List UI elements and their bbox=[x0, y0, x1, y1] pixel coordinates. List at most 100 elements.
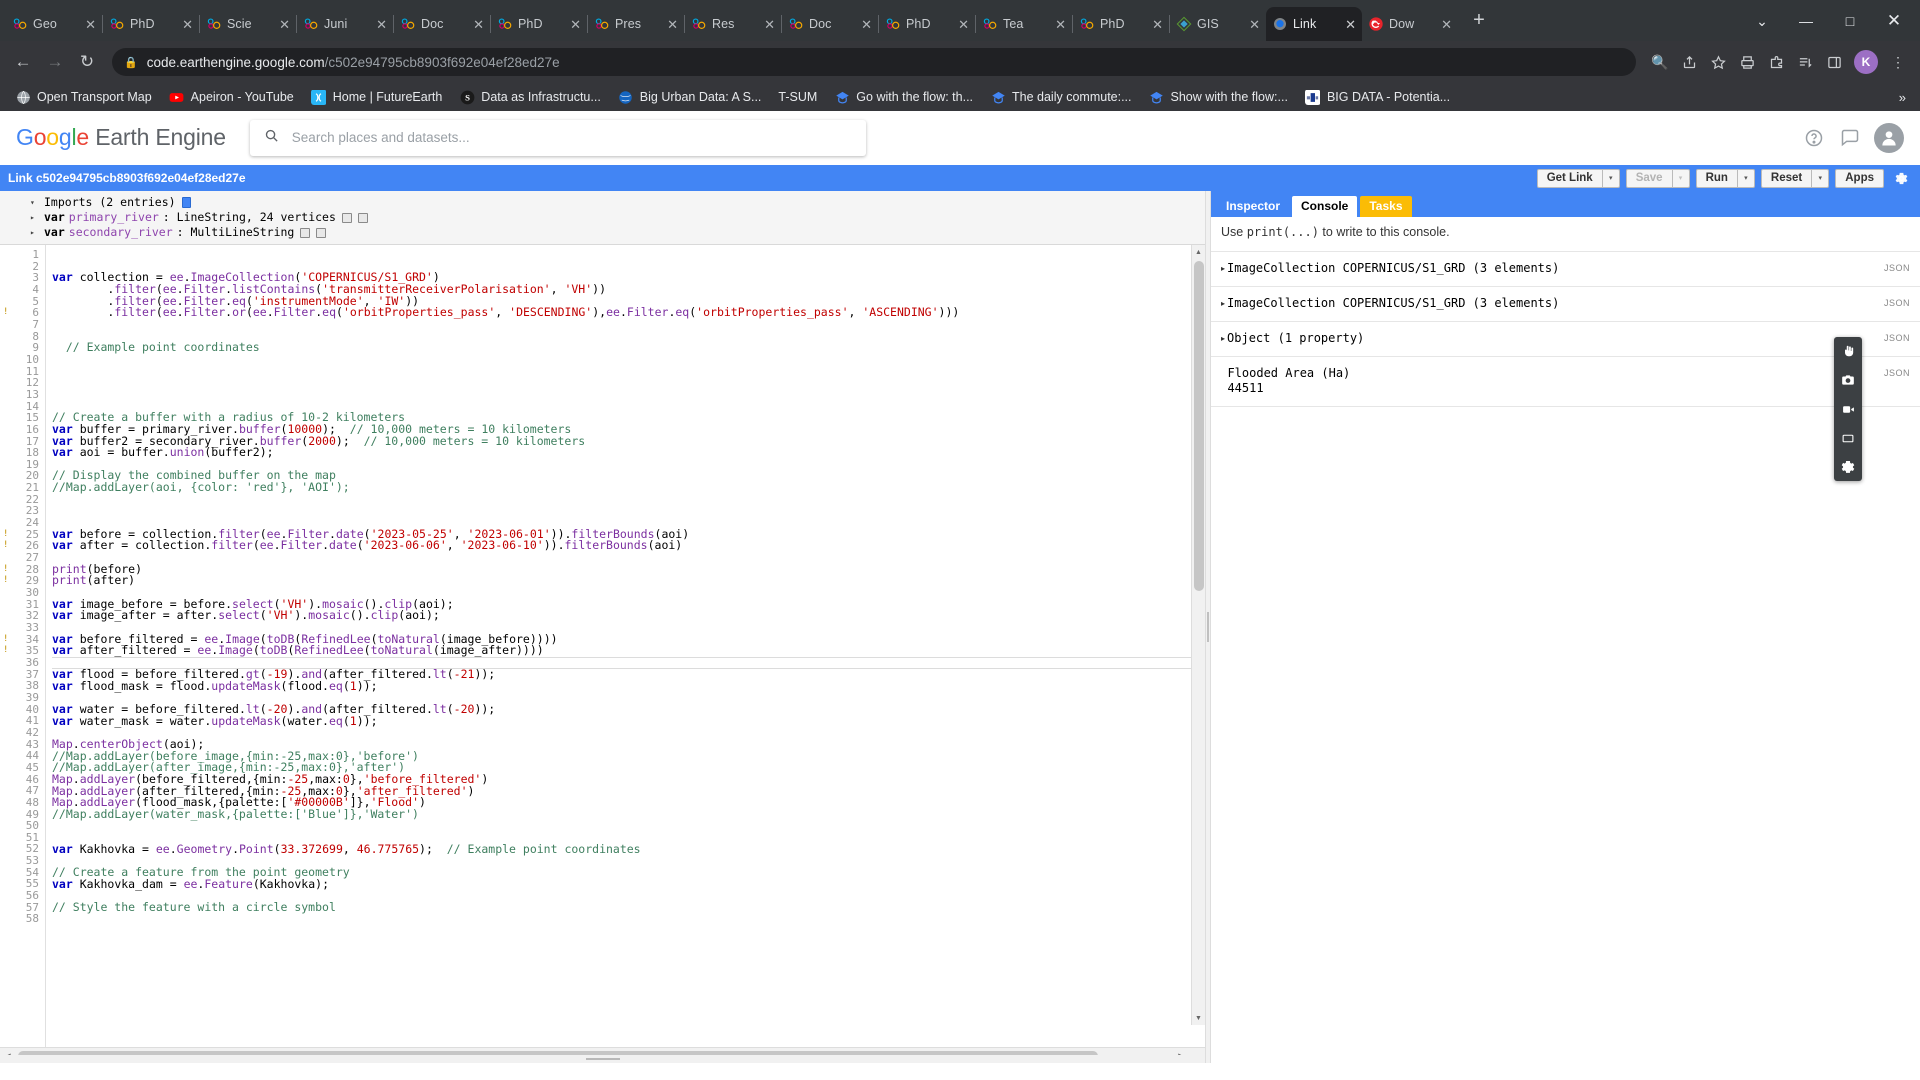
get-link-dropdown-icon[interactable]: ▾ bbox=[1602, 168, 1620, 188]
reset-split-button[interactable]: Reset ▾ bbox=[1760, 168, 1830, 188]
bookmark-open-transport-map[interactable]: Open Transport Map bbox=[8, 86, 159, 108]
video-icon[interactable] bbox=[1837, 399, 1859, 419]
chevron-right-icon[interactable]: ▸ bbox=[30, 210, 40, 225]
editor-bottom-splitter[interactable] bbox=[0, 1055, 1205, 1063]
tab-close-icon[interactable]: ✕ bbox=[1055, 18, 1066, 31]
code-line[interactable]: //Map.addLayer(water_mask,{palette:['Blu… bbox=[52, 808, 1205, 821]
console-row[interactable]: ▸ ImageCollection COPERNICUS/S1_GRD (3 el… bbox=[1211, 286, 1920, 321]
tab-search-button[interactable]: ⌄ bbox=[1740, 7, 1784, 35]
vscroll-thumb[interactable] bbox=[1194, 261, 1204, 591]
tab-close-icon[interactable]: ✕ bbox=[182, 18, 193, 31]
import-entry[interactable]: ▸ var primary_river: LineString, 24 verti… bbox=[30, 210, 1205, 225]
run-dropdown-icon[interactable]: ▾ bbox=[1737, 168, 1755, 188]
get-link-button[interactable]: Get Link bbox=[1536, 168, 1603, 188]
console-row[interactable]: ▸ Object (1 property) JSON bbox=[1211, 321, 1920, 356]
tab-close-icon[interactable]: ✕ bbox=[1441, 18, 1452, 31]
get-link-split-button[interactable]: Get Link ▾ bbox=[1536, 168, 1620, 188]
window-minimize-button[interactable]: — bbox=[1784, 7, 1828, 35]
feedback-icon[interactable] bbox=[1838, 126, 1862, 150]
code-text[interactable]: var collection = ee.ImageCollection('COP… bbox=[46, 245, 1205, 1047]
bookmark-go-with-the-flow-th[interactable]: Go with the flow: th... bbox=[827, 86, 980, 108]
import-configure-icon[interactable] bbox=[300, 227, 311, 238]
console-row[interactable]: ▸ ImageCollection COPERNICUS/S1_GRD (3 el… bbox=[1211, 251, 1920, 286]
tab-close-icon[interactable]: ✕ bbox=[376, 18, 387, 31]
import-delete-icon[interactable] bbox=[357, 212, 368, 223]
code-line[interactable]: var after = collection.filter(ee.Filter.… bbox=[52, 540, 1205, 552]
forward-icon[interactable]: → bbox=[40, 47, 70, 77]
json-link[interactable]: JSON bbox=[1884, 296, 1910, 308]
search-icon[interactable]: 🔍 bbox=[1646, 48, 1674, 76]
code-line[interactable] bbox=[52, 494, 1205, 506]
code-line[interactable] bbox=[52, 366, 1205, 378]
bookmark-show-with-the-flow[interactable]: Show with the flow:... bbox=[1142, 86, 1295, 108]
ee-search-box[interactable] bbox=[249, 119, 866, 156]
code-line[interactable] bbox=[52, 821, 1205, 833]
code-line[interactable]: // Style the feature with a circle symbo… bbox=[52, 901, 1205, 914]
address-bar[interactable]: 🔒 code.earthengine.google.com/c502e94795… bbox=[112, 48, 1636, 76]
code-line[interactable]: var water_mask = water.updateMask(water.… bbox=[52, 715, 1205, 728]
browser-tab-phd[interactable]: PhD ✕ bbox=[1073, 7, 1169, 41]
run-split-button[interactable]: Run ▾ bbox=[1695, 168, 1755, 188]
gear-icon[interactable] bbox=[1890, 168, 1912, 188]
tab-close-icon[interactable]: ✕ bbox=[958, 18, 969, 31]
code-line[interactable] bbox=[52, 377, 1205, 389]
settings-gear-icon[interactable] bbox=[1837, 457, 1859, 477]
pan-hand-icon[interactable] bbox=[1837, 341, 1859, 361]
code-line[interactable] bbox=[52, 319, 1205, 331]
tab-close-icon[interactable]: ✕ bbox=[1152, 18, 1163, 31]
bookmark-t-sum[interactable]: T-SUM bbox=[771, 87, 824, 107]
browser-tab-phd[interactable]: PhD ✕ bbox=[491, 7, 587, 41]
reset-button[interactable]: Reset bbox=[1760, 168, 1813, 188]
import-delete-icon[interactable] bbox=[316, 227, 327, 238]
tab-console[interactable]: Console bbox=[1292, 196, 1358, 217]
code-line[interactable] bbox=[52, 727, 1205, 739]
back-icon[interactable]: ← bbox=[8, 47, 38, 77]
code-line[interactable]: var flood_mask = flood.updateMask(flood.… bbox=[52, 680, 1205, 693]
code-line[interactable]: print(before) bbox=[52, 563, 1205, 576]
reading-list-icon[interactable] bbox=[1791, 48, 1819, 76]
browser-tab-res[interactable]: Res ✕ bbox=[685, 7, 781, 41]
ee-avatar[interactable] bbox=[1874, 122, 1904, 153]
reset-dropdown-icon[interactable]: ▾ bbox=[1812, 168, 1830, 188]
save-split-button[interactable]: Save ▾ bbox=[1625, 168, 1690, 188]
code-line[interactable] bbox=[52, 249, 1205, 261]
browser-menu-icon[interactable]: ⋮ bbox=[1884, 48, 1912, 76]
scroll-down-icon[interactable]: ▼ bbox=[1192, 1011, 1205, 1025]
code-line[interactable]: // Example point coordinates bbox=[52, 341, 1205, 354]
profile-avatar[interactable]: K bbox=[1854, 50, 1878, 74]
help-icon[interactable] bbox=[1802, 126, 1826, 150]
rectangle-icon[interactable] bbox=[1837, 428, 1859, 448]
run-button[interactable]: Run bbox=[1695, 168, 1738, 188]
tab-close-icon[interactable]: ✕ bbox=[570, 18, 581, 31]
json-link[interactable]: JSON bbox=[1884, 366, 1910, 378]
import-configure-icon[interactable] bbox=[341, 212, 352, 223]
console-row[interactable]: Flooded Area (Ha) 44511 JSON bbox=[1211, 356, 1920, 407]
browser-tab-phd[interactable]: PhD ✕ bbox=[879, 7, 975, 41]
tab-tasks[interactable]: Tasks bbox=[1360, 196, 1412, 217]
expand-caret-icon[interactable]: ▸ bbox=[1221, 261, 1225, 276]
new-tab-button[interactable]: + bbox=[1466, 7, 1492, 33]
tab-close-icon[interactable]: ✕ bbox=[279, 18, 290, 31]
tab-close-icon[interactable]: ✕ bbox=[473, 18, 484, 31]
tab-close-icon[interactable]: ✕ bbox=[1249, 18, 1260, 31]
browser-tab-gis[interactable]: GIS ✕ bbox=[1170, 7, 1266, 41]
browser-tab-doc[interactable]: Doc ✕ bbox=[394, 7, 490, 41]
chevron-down-icon[interactable]: ▾ bbox=[30, 195, 40, 210]
browser-tab-geo[interactable]: Geo ✕ bbox=[6, 7, 102, 41]
window-close-button[interactable]: ✕ bbox=[1872, 7, 1916, 35]
reload-icon[interactable]: ↻ bbox=[72, 47, 102, 77]
scroll-up-icon[interactable]: ▲ bbox=[1192, 245, 1205, 259]
json-link[interactable]: JSON bbox=[1884, 261, 1910, 273]
imports-header[interactable]: ▾ Imports (2 entries) bbox=[30, 195, 1205, 210]
bookmark-star-icon[interactable] bbox=[1704, 48, 1732, 76]
tab-inspector[interactable]: Inspector bbox=[1217, 196, 1290, 217]
bookmark-big-data-potentia[interactable]: BIG DATA - Potentia... bbox=[1298, 86, 1457, 108]
chevron-right-icon[interactable]: ▸ bbox=[30, 225, 40, 240]
import-entry[interactable]: ▸ var secondary_river: MultiLineString bbox=[30, 225, 1205, 240]
side-panel-icon[interactable] bbox=[1820, 48, 1848, 76]
code-line[interactable] bbox=[52, 354, 1205, 366]
tab-close-icon[interactable]: ✕ bbox=[85, 18, 96, 31]
bookmark-data-as-infrastructu[interactable]: S Data as Infrastructu... bbox=[452, 86, 608, 108]
imports-add-icon[interactable] bbox=[181, 197, 191, 208]
code-line[interactable]: var after_filtered = ee.Image(toDB(Refin… bbox=[52, 644, 1205, 657]
